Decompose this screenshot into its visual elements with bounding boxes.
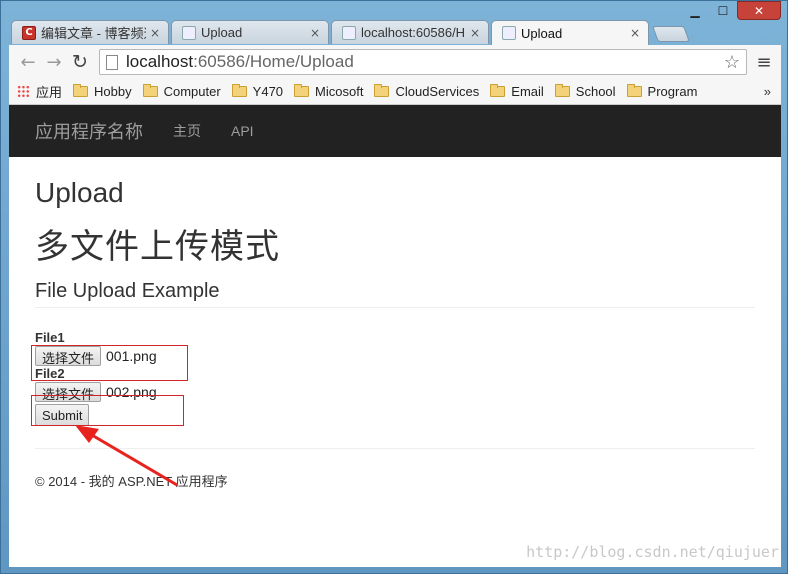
bookmark-email[interactable]: Email xyxy=(490,84,544,99)
page-title: Upload xyxy=(35,177,124,208)
web-page: 应用程序名称 主页 API Upload 多文件上传模式 File Upload… xyxy=(9,105,781,567)
minimize-icon[interactable]: ▁ xyxy=(681,1,709,20)
tab-close-icon[interactable]: × xyxy=(470,26,480,40)
apps-icon xyxy=(17,85,30,98)
folder-icon xyxy=(231,84,247,97)
tab-label: Upload xyxy=(201,25,243,40)
tab-edit-article[interactable]: C 编辑文章 - 博客频道 × xyxy=(11,20,169,44)
bookmark-label: Program xyxy=(647,84,698,99)
tab-label: localhost:60586/H xyxy=(361,25,466,40)
bookmark-hobby[interactable]: Hobby xyxy=(73,84,132,99)
bookmark-label: Micosoft xyxy=(315,84,364,99)
tab-label: Upload xyxy=(521,25,563,41)
back-arrow-icon[interactable]: ← xyxy=(15,49,41,75)
tab-label: 编辑文章 - 博客频道 xyxy=(41,26,146,41)
bookmark-school[interactable]: School xyxy=(554,84,616,99)
page-icon xyxy=(106,54,118,70)
browser-toolbar: ← → ↻ localhost:60586/Home/Upload ☆ ≡ xyxy=(9,45,781,79)
folder-icon xyxy=(490,84,506,97)
watermark: http://blog.csdn.net/qiujuer xyxy=(526,543,779,561)
window-controls: ▁ ☐ ✕ xyxy=(681,1,781,21)
reload-icon[interactable]: ↻ xyxy=(67,49,93,75)
bookmark-label: School xyxy=(575,84,616,99)
example-heading: File Upload Example xyxy=(35,280,755,308)
menu-icon[interactable]: ≡ xyxy=(753,52,775,73)
close-window-icon[interactable]: ✕ xyxy=(737,1,781,20)
bookmark-label: Email xyxy=(511,84,544,99)
site-brand[interactable]: 应用程序名称 xyxy=(35,118,143,144)
bookmarks-overflow-icon[interactable]: » xyxy=(764,84,771,99)
csdn-icon: C xyxy=(22,25,36,40)
folder-icon xyxy=(73,84,89,97)
folder-icon xyxy=(142,84,158,97)
tab-upload-active[interactable]: Upload × xyxy=(491,20,649,45)
bookmark-y470[interactable]: Y470 xyxy=(231,84,284,99)
bookmarks-bar: 应用 Hobby Computer Y470 Micosoft CloudSer… xyxy=(9,79,781,105)
page-icon xyxy=(502,26,516,40)
tab-strip: C 编辑文章 - 博客频道 × Upload × localhost:60586… xyxy=(11,20,690,45)
address-bar[interactable]: localhost:60586/Home/Upload ☆ xyxy=(99,49,747,75)
folder-icon xyxy=(626,84,642,97)
folder-icon xyxy=(554,84,570,97)
browser-window: ▁ ☐ ✕ C 编辑文章 - 博客频道 × Upload × localhost… xyxy=(0,0,788,574)
annotation-arrow-icon xyxy=(75,425,178,487)
bookmark-cloudservices[interactable]: CloudServices xyxy=(374,84,479,99)
tab-close-icon[interactable]: × xyxy=(310,26,320,40)
bookmark-label: 应用 xyxy=(36,85,63,100)
nav-link-api[interactable]: API xyxy=(231,123,254,139)
tab-close-icon[interactable]: × xyxy=(630,26,640,40)
bookmark-apps[interactable]: 应用 xyxy=(17,82,62,101)
tab-close-icon[interactable]: × xyxy=(150,26,160,40)
bookmark-computer[interactable]: Computer xyxy=(142,84,221,99)
url-path: :60586/Home/Upload xyxy=(193,52,354,71)
bookmark-label: Y470 xyxy=(252,84,284,99)
bookmark-label: Hobby xyxy=(94,84,132,99)
tab-localhost[interactable]: localhost:60586/H × xyxy=(331,20,489,44)
page-subtitle: 多文件上传模式 xyxy=(35,227,280,267)
site-navbar: 应用程序名称 主页 API xyxy=(9,105,781,157)
forward-arrow-icon[interactable]: → xyxy=(41,49,67,75)
folder-icon xyxy=(374,84,390,97)
annotation-box-file1 xyxy=(31,345,188,381)
tab-upload-1[interactable]: Upload × xyxy=(171,20,329,44)
page-icon xyxy=(342,25,356,40)
bookmark-label: CloudServices xyxy=(395,84,480,99)
nav-link-home[interactable]: 主页 xyxy=(173,121,201,141)
bookmark-label: Computer xyxy=(163,84,221,99)
bookmark-program[interactable]: Program xyxy=(626,84,698,99)
file1-label: File1 xyxy=(35,330,65,345)
maximize-icon[interactable]: ☐ xyxy=(709,1,737,20)
page-icon xyxy=(182,25,196,40)
url-host: localhost xyxy=(126,52,194,71)
folder-icon xyxy=(294,84,310,97)
bookmark-micosoft[interactable]: Micosoft xyxy=(294,84,363,99)
new-tab-button[interactable] xyxy=(652,26,690,42)
star-icon[interactable]: ☆ xyxy=(724,52,740,73)
